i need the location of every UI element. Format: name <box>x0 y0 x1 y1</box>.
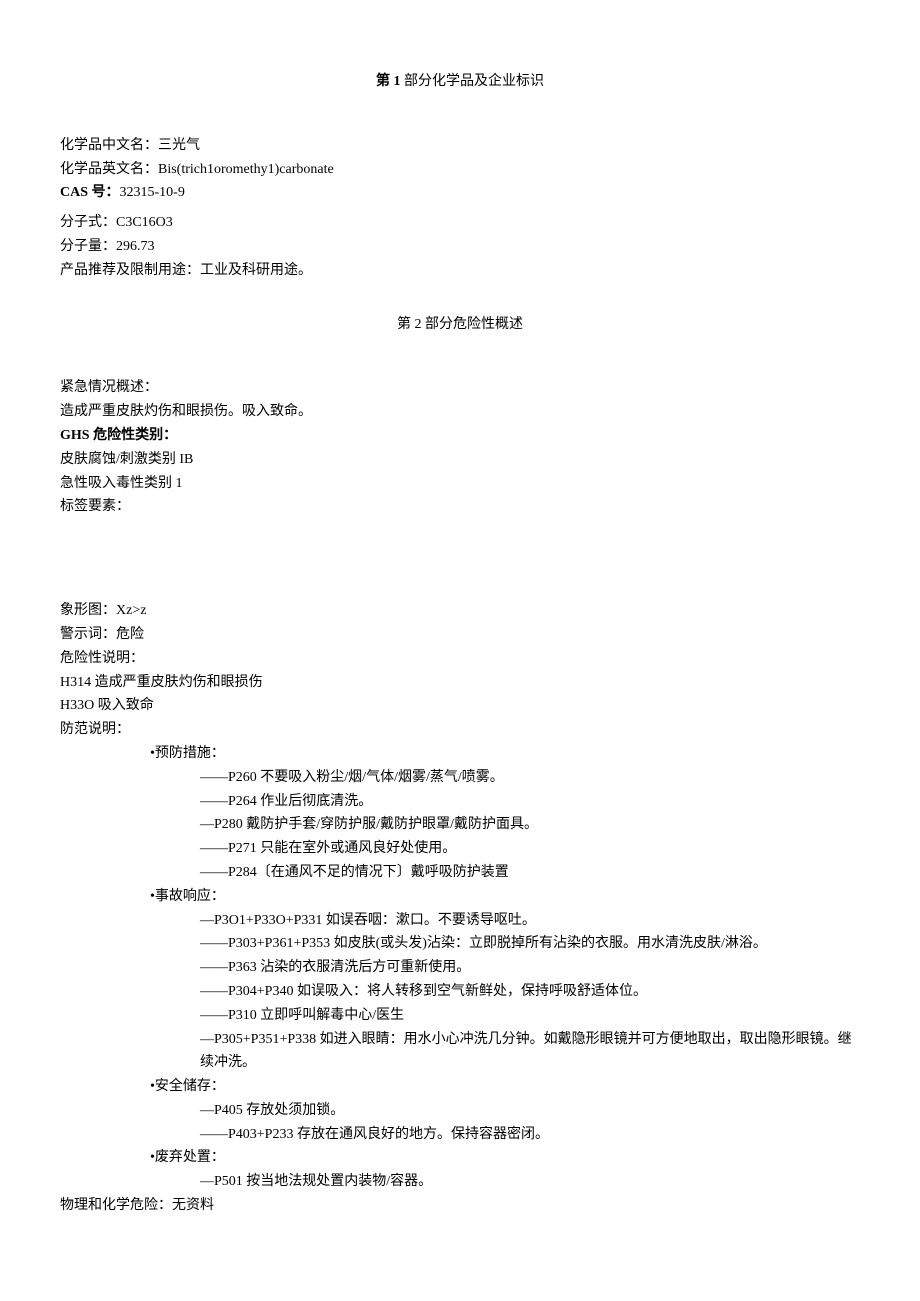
precaution-label: 防范说明： <box>60 718 860 742</box>
molecular-formula-value: C3C16O3 <box>116 215 173 230</box>
hazard-h330: H33O 吸入致命 <box>60 694 860 718</box>
precaution-p264: ——P264 作业后彻底清洗。 <box>60 790 860 814</box>
signal-word: 警示词：危险 <box>60 623 860 647</box>
emergency-overview-value: 造成严重皮肤灼伤和眼损伤。吸入致命。 <box>60 400 860 424</box>
disposal-header: •废弃处置： <box>60 1146 860 1170</box>
precaution-p271: ——P271 只能在室外或通风良好处使用。 <box>60 837 860 861</box>
ghs-category-line2: 急性吸入毒性类别 1 <box>60 472 860 496</box>
chemical-name-cn: 化学品中文名：三光气 <box>60 134 860 158</box>
molecular-weight-label: 分子量： <box>60 239 116 254</box>
precaution-p305: —P305+P351+P338 如进入眼睛：用水小心冲洗几分钟。如戴隐形眼镜并可… <box>60 1028 860 1076</box>
precaution-p363: ——P363 沾染的衣服清洗后方可重新使用。 <box>60 956 860 980</box>
chemical-name-cn-label: 化学品中文名： <box>60 138 158 153</box>
molecular-formula: 分子式：C3C16O3 <box>60 211 860 235</box>
cas-number: CAS 号：32315-10-9 <box>60 181 860 205</box>
ghs-category-line1: 皮肤腐蚀/刺激类别 IB <box>60 448 860 472</box>
prevention-header: •预防措施： <box>60 742 860 766</box>
chemical-name-cn-value: 三光气 <box>158 138 200 153</box>
product-usage-value: 工业及科研用途。 <box>200 263 312 278</box>
precaution-p260: ——P260 不要吸入粉尘/烟/气体/烟雾/蒸气/喷雾。 <box>60 766 860 790</box>
product-usage: 产品推荐及限制用途：工业及科研用途。 <box>60 259 860 283</box>
precaution-p310: ——P310 立即呼叫解毒中心/医生 <box>60 1004 860 1028</box>
chemical-name-en-value: Bis(trich1oromethy1)carbonate <box>158 162 334 177</box>
section-1-title: 第 1 部分化学品及企业标识 <box>60 70 860 94</box>
precaution-p280: —P280 戴防护手套/穿防护服/戴防护眼罩/戴防护面具。 <box>60 813 860 837</box>
pictogram: 象形图：Xz>z <box>60 599 860 623</box>
section-1-title-rest: 部分化学品及企业标识 <box>404 74 544 89</box>
ghs-category-label: GHS 危险性类别： <box>60 424 860 448</box>
section-1-title-bold: 第 1 <box>376 74 404 89</box>
hazard-statement-label: 危险性说明： <box>60 647 860 671</box>
emergency-overview-label: 紧急情况概述： <box>60 376 860 400</box>
physical-chemical-hazard-value: 无资料 <box>172 1198 214 1213</box>
cas-number-value: 32315-10-9 <box>120 185 185 200</box>
hazard-h314: H314 造成严重皮肤灼伤和眼损伤 <box>60 671 860 695</box>
precaution-p284: ——P284〔在通风不足的情况下〕戴呼吸防护装置 <box>60 861 860 885</box>
physical-chemical-hazard: 物理和化学危险：无资料 <box>60 1194 860 1218</box>
precaution-p501: —P501 按当地法规处置内装物/容器。 <box>60 1170 860 1194</box>
pictogram-value: Xz>z <box>116 603 146 618</box>
signal-word-label: 警示词： <box>60 627 116 642</box>
label-elements: 标签要素： <box>60 495 860 519</box>
product-usage-label: 产品推荐及限制用途： <box>60 263 200 278</box>
precaution-p403: ——P403+P233 存放在通风良好的地方。保持容器密闭。 <box>60 1123 860 1147</box>
signal-word-value: 危险 <box>116 627 144 642</box>
precaution-p304: ——P304+P340 如误吸入：将人转移到空气新鲜处，保持呼吸舒适体位。 <box>60 980 860 1004</box>
molecular-weight: 分子量：296.73 <box>60 235 860 259</box>
chemical-name-en-label: 化学品英文名： <box>60 162 158 177</box>
chemical-name-en: 化学品英文名：Bis(trich1oromethy1)carbonate <box>60 158 860 182</box>
cas-number-label: CAS 号： <box>60 185 120 200</box>
response-header: •事故响应： <box>60 885 860 909</box>
molecular-formula-label: 分子式： <box>60 215 116 230</box>
molecular-weight-value: 296.73 <box>116 239 155 254</box>
precaution-p301: —P3O1+P33O+P331 如误吞咽：漱口。不要诱导呕吐。 <box>60 909 860 933</box>
storage-header: •安全储存： <box>60 1075 860 1099</box>
pictogram-label: 象形图： <box>60 603 116 618</box>
section-2-title: 第 2 部分危险性概述 <box>60 313 860 337</box>
precaution-p405: —P405 存放处须加锁。 <box>60 1099 860 1123</box>
section-2-title-text: 第 2 部分危险性概述 <box>397 317 523 332</box>
physical-chemical-hazard-label: 物理和化学危险： <box>60 1198 172 1213</box>
precaution-p303: ——P303+P361+P353 如皮肤(或头发)沾染：立即脱掉所有沾染的衣服。… <box>60 932 860 956</box>
